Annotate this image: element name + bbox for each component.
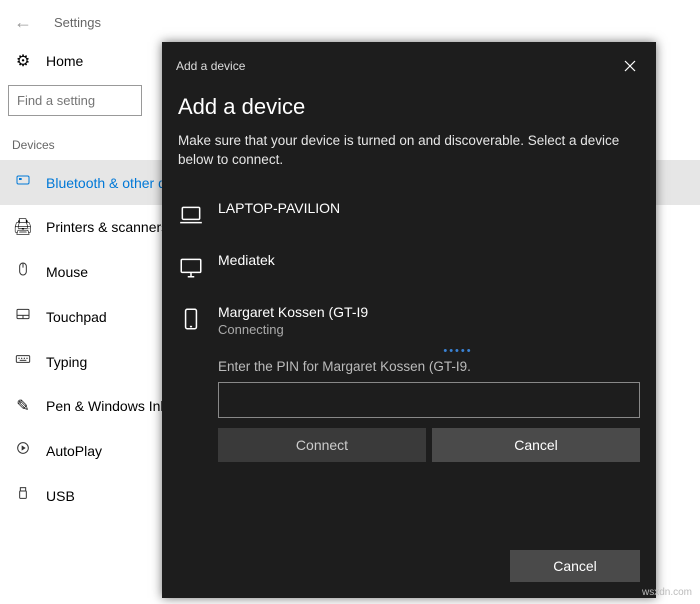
sidebar-item-label: AutoPlay xyxy=(46,443,102,459)
device-row[interactable]: LAPTOP-PAVILION xyxy=(178,188,640,240)
watermark: wsxdn.com xyxy=(642,587,692,598)
pin-area: ••••• Enter the PIN for Margaret Kossen … xyxy=(218,345,640,462)
phone-icon xyxy=(178,306,204,332)
connect-button[interactable]: Connect xyxy=(218,428,426,462)
pin-prompt: Enter the PIN for Margaret Kossen (GT-I9… xyxy=(218,359,640,374)
progress-dots-icon: ••••• xyxy=(428,345,488,357)
device-name: Mediatek xyxy=(218,252,275,268)
dialog-footer: Cancel xyxy=(162,534,656,598)
device-status: Connecting xyxy=(218,322,640,337)
sidebar-item-label: Typing xyxy=(46,354,87,370)
autoplay-icon xyxy=(12,440,34,461)
dialog-body: Add a device Make sure that your device … xyxy=(162,84,656,466)
pen-icon: ✎ xyxy=(12,396,34,416)
back-icon[interactable]: ← xyxy=(14,12,34,33)
dialog-titlebar: Add a device xyxy=(162,42,656,84)
monitor-icon xyxy=(178,254,204,280)
dialog-subtitle: Make sure that your device is turned on … xyxy=(178,132,640,170)
device-row[interactable]: Margaret Kossen (GT-I9 Connecting ••••• … xyxy=(178,292,640,466)
sidebar-item-label: Mouse xyxy=(46,264,88,280)
mouse-icon xyxy=(12,261,34,282)
settings-header: ← Settings xyxy=(0,0,700,41)
usb-icon xyxy=(12,485,34,506)
header-title: Settings xyxy=(54,15,101,30)
laptop-icon xyxy=(178,202,204,228)
home-label: Home xyxy=(46,53,83,69)
device-row[interactable]: Mediatek xyxy=(178,240,640,292)
sidebar-item-label: Bluetooth & other dev xyxy=(46,175,181,191)
add-device-dialog: Add a device Add a device Make sure that… xyxy=(162,42,656,598)
device-name: Margaret Kossen (GT-I9 xyxy=(218,304,640,320)
pin-input[interactable] xyxy=(218,382,640,418)
keyboard-icon xyxy=(12,351,34,372)
sidebar-item-label: USB xyxy=(46,488,75,504)
cancel-button[interactable]: Cancel xyxy=(510,550,640,582)
touchpad-icon xyxy=(12,306,34,327)
sidebar-item-label: Printers & scanners xyxy=(46,219,168,235)
search-input[interactable] xyxy=(8,85,142,116)
sidebar-item-label: Pen & Windows Ink xyxy=(46,398,167,414)
gear-icon: ⚙ xyxy=(12,51,34,71)
dialog-heading: Add a device xyxy=(178,94,640,120)
search-box xyxy=(8,85,142,116)
sidebar-item-label: Touchpad xyxy=(46,309,107,325)
close-button[interactable] xyxy=(618,54,642,78)
printer-icon: 🖨 xyxy=(12,217,34,237)
inline-cancel-button[interactable]: Cancel xyxy=(432,428,640,462)
bluetooth-icon xyxy=(12,172,34,193)
pin-button-row: Connect Cancel xyxy=(218,428,640,462)
device-name: LAPTOP-PAVILION xyxy=(218,200,340,216)
close-icon xyxy=(624,60,636,72)
dialog-titlebar-text: Add a device xyxy=(176,59,245,73)
